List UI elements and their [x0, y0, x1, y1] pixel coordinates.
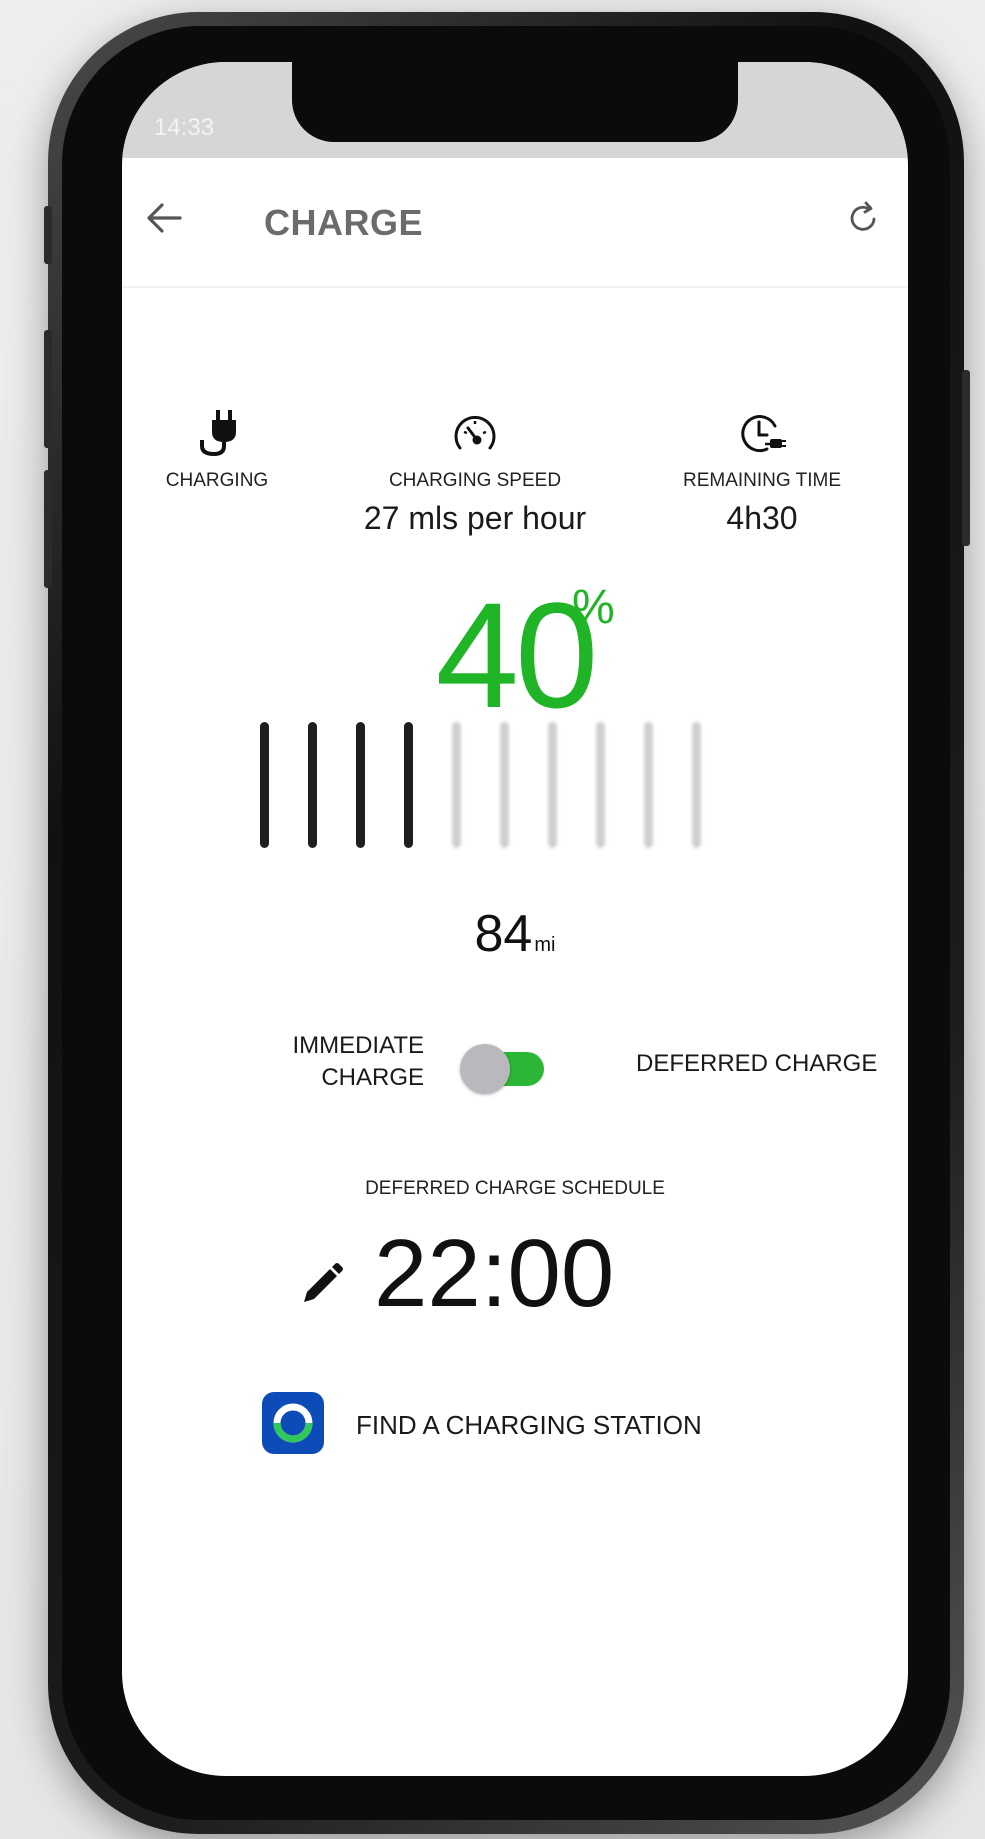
plug-icon — [200, 410, 236, 457]
side-button-volume-down — [44, 470, 52, 588]
battery-bar-empty — [548, 722, 557, 848]
clock-plug-icon — [741, 415, 786, 453]
back-arrow-icon[interactable] — [142, 196, 186, 240]
schedule-row: 22:00 — [122, 1218, 908, 1328]
range-value: 84 — [474, 905, 533, 963]
battery-percent-sign: % — [572, 581, 615, 634]
schedule-time[interactable]: 22:00 — [374, 1224, 614, 1324]
immediate-charge-label-line1: IMMEDIATE — [292, 1032, 424, 1059]
charging-station-app-icon — [262, 1392, 324, 1454]
screenshot-stage: 14:33 CHARGE CHARGING CHARGING SPEED 27 … — [0, 0, 985, 1839]
side-button-volume-up — [44, 330, 52, 448]
battery-bar-filled — [308, 722, 317, 848]
stat-charging-speed-value: 27 mls per hour — [363, 500, 587, 536]
battery-percent: 40 % — [122, 580, 908, 730]
station-ring-icon — [273, 1403, 313, 1443]
battery-bar-empty — [452, 722, 461, 848]
page-title: CHARGE — [264, 202, 424, 243]
speedometer-icon — [454, 415, 496, 450]
deferred-charge-label[interactable]: DEFERRED CHARGE — [636, 1050, 877, 1078]
schedule-label: DEFERRED CHARGE SCHEDULE — [365, 1178, 665, 1199]
app-header: CHARGE — [122, 158, 908, 288]
refresh-icon[interactable] — [844, 198, 884, 238]
stat-remaining-time-value: 4h30 — [726, 500, 798, 536]
battery-level-bars — [260, 722, 760, 848]
battery-bar-filled — [404, 722, 413, 848]
stat-charging-speed-label: CHARGING SPEED — [388, 470, 562, 491]
stat-remaining-time-label: REMAINING TIME — [683, 470, 841, 491]
stat-charging-speed: CHARGING SPEED 27 mls per hour — [350, 408, 600, 537]
status-time: 14:33 — [154, 114, 215, 141]
battery-bar-empty — [596, 722, 605, 848]
stat-charging: CHARGING — [142, 408, 292, 500]
side-button-power — [962, 370, 970, 546]
battery-bar-empty — [500, 722, 509, 848]
charge-mode-toggle[interactable] — [460, 1044, 546, 1094]
pencil-icon[interactable] — [296, 1258, 348, 1310]
immediate-charge-label-line2: CHARGE — [321, 1064, 424, 1091]
notch — [292, 62, 738, 142]
battery-bar-filled — [260, 722, 269, 848]
stat-remaining-time: REMAINING TIME 4h30 — [664, 408, 860, 537]
charge-mode-row: IMMEDIATE CHARGE DEFERRED CHARGE — [122, 1030, 908, 1120]
side-button-mute — [44, 206, 52, 264]
range-unit: mi — [534, 934, 556, 956]
stat-charging-label: CHARGING — [165, 470, 269, 491]
battery-bar-empty — [692, 722, 701, 848]
immediate-charge-label[interactable]: IMMEDIATE CHARGE — [292, 1030, 424, 1094]
find-charging-station-button[interactable]: FIND A CHARGING STATION — [262, 1386, 782, 1458]
charge-mode-toggle-thumb[interactable] — [460, 1044, 510, 1094]
battery-bar-empty — [644, 722, 653, 848]
battery-bar-filled — [356, 722, 365, 848]
phone-screen: 14:33 CHARGE CHARGING CHARGING SPEED 27 … — [122, 62, 908, 1776]
battery-percent-value: 40 — [435, 571, 599, 739]
find-charging-station-label: FIND A CHARGING STATION — [356, 1410, 702, 1440]
range-readout: 84 mi — [122, 904, 908, 964]
